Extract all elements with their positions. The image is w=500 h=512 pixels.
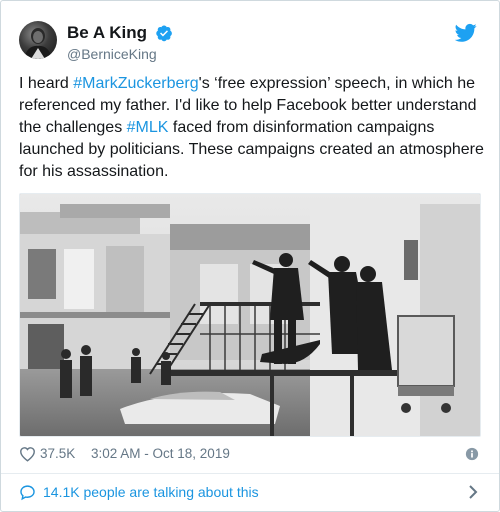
verified-badge-icon — [156, 25, 173, 42]
tweet-text: I heard #MarkZuckerberg's ‘free expressi… — [19, 73, 489, 183]
hashtag-link-mlk[interactable]: #MLK — [127, 119, 169, 136]
conversation-count-label[interactable]: 14.1K people are talking about this — [43, 484, 259, 500]
like-count[interactable]: 37.5K — [40, 446, 75, 461]
avatar[interactable] — [19, 21, 57, 59]
chevron-right-icon[interactable] — [467, 484, 479, 500]
user-handle[interactable]: @BerniceKing — [67, 44, 173, 64]
tweet-text-part: I heard — [19, 75, 74, 92]
twitter-bird-icon[interactable] — [455, 23, 477, 43]
tweet-timestamp[interactable]: 3:02 AM - Oct 18, 2019 — [91, 446, 230, 461]
tweet-photo[interactable] — [19, 193, 481, 437]
tweet-meta: 37.5K 3:02 AM - Oct 18, 2019 — [19, 445, 481, 465]
info-icon[interactable] — [465, 447, 479, 461]
motel-balcony-photo — [20, 194, 480, 436]
tweet-header: Be A King @BerniceKing — [19, 21, 481, 65]
tweet-card[interactable]: Be A King @BerniceKing I heard #MarkZuck… — [0, 0, 500, 512]
heart-icon[interactable] — [19, 446, 36, 462]
divider — [1, 473, 499, 474]
conversation-link[interactable]: 14.1K people are talking about this — [19, 481, 481, 505]
hashtag-link-markzuckerberg[interactable]: #MarkZuckerberg — [73, 75, 198, 92]
speech-bubble-icon — [20, 485, 35, 501]
user-names: Be A King @BerniceKing — [67, 23, 173, 64]
display-name[interactable]: Be A King — [67, 23, 147, 43]
